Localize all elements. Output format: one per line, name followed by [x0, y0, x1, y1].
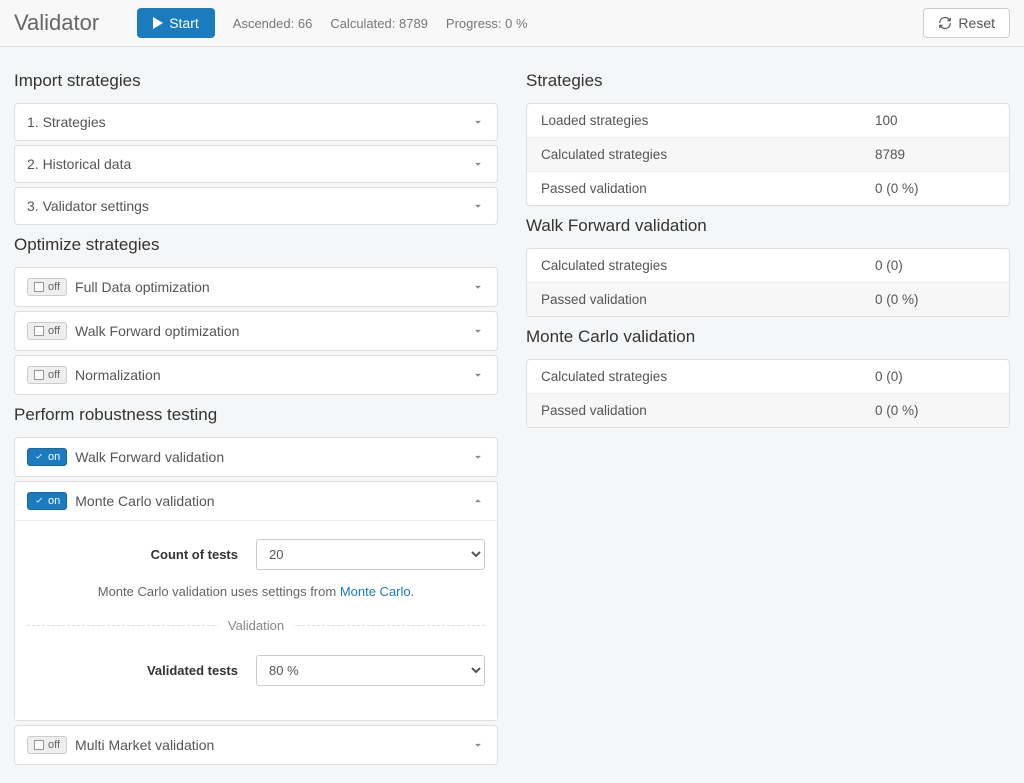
play-icon [153, 17, 163, 29]
import-item-label: 3. Validator settings [27, 198, 471, 214]
table-row: Calculated strategies8789 [527, 137, 1009, 171]
section-optimize-title: Optimize strategies [14, 235, 498, 255]
optimize-item-label: Normalization [75, 367, 471, 383]
reset-button-label: Reset [958, 15, 995, 31]
import-item-historical[interactable]: 2. Historical data [14, 145, 498, 183]
import-item-label: 1. Strategies [27, 114, 471, 130]
optimize-item-walk-forward[interactable]: off Walk Forward optimization [14, 311, 498, 351]
robust-item-monte-carlo: on Monte Carlo validation Count of tests… [14, 481, 498, 721]
monte-carlo-hint: Monte Carlo validation uses settings fro… [27, 584, 485, 599]
optimize-item-label: Full Data optimization [75, 279, 471, 295]
table-row: Loaded strategies100 [527, 104, 1009, 137]
toggle-off[interactable]: off [27, 278, 67, 296]
toggle-off[interactable]: off [27, 736, 67, 754]
import-item-settings[interactable]: 3. Validator settings [14, 187, 498, 225]
table-row: Passed validation0 (0 %) [527, 171, 1009, 205]
chevron-down-icon [471, 157, 485, 171]
robust-item-label: Multi Market validation [75, 737, 471, 753]
mc-table: Calculated strategies0 (0) Passed valida… [526, 359, 1010, 428]
page-title: Validator [14, 10, 99, 36]
right-column: Strategies Loaded strategies100 Calculat… [526, 61, 1010, 769]
chevron-down-icon [471, 199, 485, 213]
optimize-item-full-data[interactable]: off Full Data optimization [14, 267, 498, 307]
reset-button[interactable]: Reset [923, 8, 1010, 38]
section-import-title: Import strategies [14, 71, 498, 91]
monte-carlo-panel: Count of tests 20 Monte Carlo validation… [15, 520, 497, 720]
wf-title: Walk Forward validation [526, 216, 1010, 236]
top-bar: Validator Start Ascended: 66 Calculated:… [0, 0, 1024, 47]
stat-progress: Progress: 0 % [446, 16, 528, 31]
strategies-title: Strategies [526, 71, 1010, 91]
table-row: Calculated strategies0 (0) [527, 360, 1009, 393]
count-of-tests-select[interactable]: 20 [256, 539, 485, 570]
robust-item-label: Walk Forward validation [75, 449, 471, 465]
toggle-off[interactable]: off [27, 322, 67, 340]
chevron-down-icon [471, 738, 485, 752]
check-icon [34, 452, 44, 462]
robust-item-multi-market[interactable]: off Multi Market validation [14, 725, 498, 765]
optimize-item-normalization[interactable]: off Normalization [14, 355, 498, 395]
validated-tests-label: Validated tests [27, 663, 256, 678]
table-row: Passed validation0 (0 %) [527, 282, 1009, 316]
stat-calculated: Calculated: 8789 [330, 16, 428, 31]
stat-ascended: Ascended: 66 [233, 16, 313, 31]
toggle-off[interactable]: off [27, 366, 67, 384]
robust-item-monte-carlo-header[interactable]: on Monte Carlo validation [15, 482, 497, 520]
robust-list: on Walk Forward validation on Monte Carl… [14, 437, 498, 765]
left-column: Import strategies 1. Strategies 2. Histo… [14, 61, 498, 769]
robust-item-label: Monte Carlo validation [75, 493, 471, 509]
monte-carlo-link[interactable]: Monte Carlo [340, 584, 411, 599]
validation-divider: Validation [27, 617, 485, 633]
count-of-tests-label: Count of tests [27, 547, 256, 562]
check-icon [34, 496, 44, 506]
section-robust-title: Perform robustness testing [14, 405, 498, 425]
toggle-on[interactable]: on [27, 448, 67, 466]
import-list: 1. Strategies 2. Historical data 3. Vali… [14, 103, 498, 225]
strategies-table: Loaded strategies100 Calculated strategi… [526, 103, 1010, 206]
chevron-down-icon [471, 450, 485, 464]
mc-title: Monte Carlo validation [526, 327, 1010, 347]
table-row: Calculated strategies0 (0) [527, 249, 1009, 282]
chevron-down-icon [471, 324, 485, 338]
optimize-list: off Full Data optimization off Walk Forw… [14, 267, 498, 395]
import-item-label: 2. Historical data [27, 156, 471, 172]
start-button[interactable]: Start [137, 8, 215, 38]
optimize-item-label: Walk Forward optimization [75, 323, 471, 339]
robust-item-walk-forward[interactable]: on Walk Forward validation [14, 437, 498, 477]
chevron-down-icon [471, 368, 485, 382]
toggle-on[interactable]: on [27, 492, 67, 510]
refresh-icon [938, 16, 952, 30]
chevron-down-icon [471, 280, 485, 294]
start-button-label: Start [169, 15, 199, 31]
chevron-up-icon [471, 494, 485, 508]
wf-table: Calculated strategies0 (0) Passed valida… [526, 248, 1010, 317]
validated-tests-select[interactable]: 80 % [256, 655, 485, 686]
import-item-strategies[interactable]: 1. Strategies [14, 103, 498, 141]
table-row: Passed validation0 (0 %) [527, 393, 1009, 427]
chevron-down-icon [471, 115, 485, 129]
